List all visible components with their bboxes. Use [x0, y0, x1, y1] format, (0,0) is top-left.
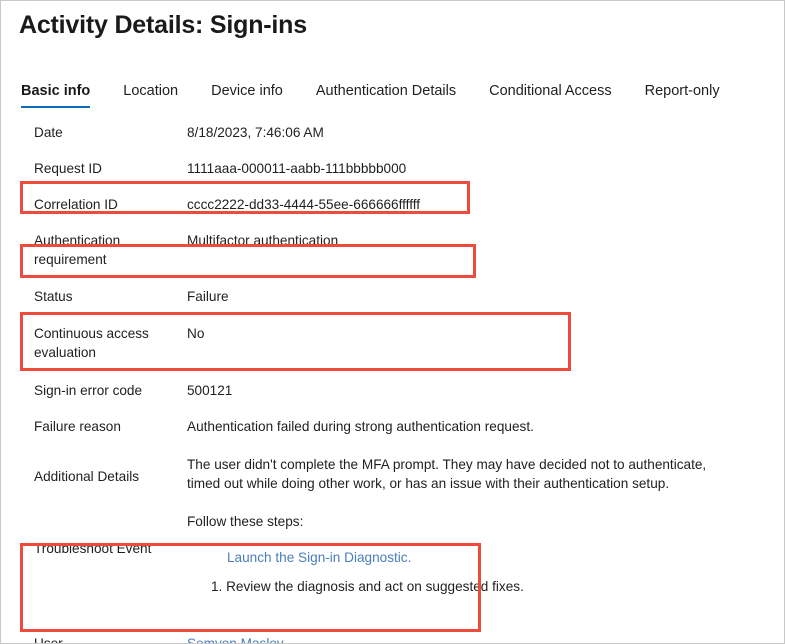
- row-label-correlation-id: Correlation ID: [34, 197, 118, 212]
- launch-signin-diagnostic-link[interactable]: Launch the Sign-in Diagnostic.: [227, 548, 774, 567]
- activity-details-panel: Activity Details: Sign-ins Basic info Lo…: [0, 0, 785, 644]
- table-row: Troubleshoot Event Follow these steps: L…: [1, 512, 784, 596]
- row-value-troubleshoot-event: Follow these steps: Launch the Sign-in D…: [187, 512, 784, 596]
- row-value-signin-error-code: 500121: [187, 383, 233, 398]
- row-label-signin-error-code: Sign-in error code: [34, 383, 143, 398]
- details-list: Date 8/18/2023, 7:46:06 AM Request ID 11…: [1, 119, 784, 644]
- row-value-date: 8/18/2023, 7:46:06 AM: [187, 125, 324, 140]
- table-row: User Semyon Maslov: [1, 634, 784, 644]
- table-row: Additional Details The user didn't compl…: [1, 455, 784, 493]
- row-label-failure-reason: Failure reason: [34, 419, 121, 434]
- troubleshoot-step-1: 1. Review the diagnosis and act on sugge…: [211, 579, 524, 594]
- tab-basic-info[interactable]: Basic info: [21, 83, 91, 108]
- row-label-request-id: Request ID: [34, 161, 103, 176]
- row-label-user: User: [34, 636, 63, 644]
- status-badge: Failure: [187, 289, 229, 304]
- table-row: Status Failure: [1, 287, 784, 306]
- tab-label: Basic info: [21, 83, 91, 99]
- tab-bar: Basic info Location Device info Authenti…: [21, 83, 720, 108]
- table-row: Authentication requirement Multifactor a…: [1, 231, 784, 269]
- user-profile-link[interactable]: Semyon Maslov: [187, 634, 784, 643]
- tab-report-only[interactable]: Report-only: [645, 83, 720, 108]
- row-value-additional-details: The user didn't complete the MFA prompt.…: [187, 457, 707, 491]
- row-label-continuous-access-evaluation: Continuous access evaluation: [34, 326, 149, 360]
- row-label-date: Date: [34, 125, 63, 140]
- table-row: Failure reason Authentication failed dur…: [1, 417, 784, 436]
- tab-label: Conditional Access: [489, 83, 612, 99]
- table-row: Correlation ID cccc2222-dd33-4444-55ee-6…: [1, 195, 784, 214]
- tab-device-info[interactable]: Device info: [211, 83, 283, 108]
- row-value-continuous-access-evaluation: No: [187, 326, 205, 341]
- tab-location[interactable]: Location: [123, 83, 178, 108]
- tab-conditional-access[interactable]: Conditional Access: [489, 83, 612, 108]
- tab-label: Report-only: [644, 83, 720, 99]
- troubleshoot-lead: Follow these steps:: [187, 514, 304, 529]
- row-label-authentication-requirement: Authentication requirement: [34, 233, 121, 267]
- troubleshoot-block: Follow these steps: Launch the Sign-in D…: [187, 512, 774, 596]
- row-value-authentication-requirement: Multifactor authentication: [187, 233, 339, 248]
- row-value-request-id: 1111aaa-000011-aabb-111bbbbb000: [187, 161, 407, 176]
- row-value-correlation-id: cccc2222-dd33-4444-55ee-666666ffffff: [187, 197, 421, 212]
- row-label-status: Status: [34, 289, 73, 304]
- row-label-troubleshoot-event: Troubleshoot Event: [34, 541, 152, 556]
- tab-authentication-details[interactable]: Authentication Details: [316, 83, 456, 108]
- table-row: Continuous access evaluation No: [1, 324, 784, 362]
- table-row: Request ID 1111aaa-000011-aabb-111bbbbb0…: [1, 159, 784, 178]
- tab-label: Authentication Details: [315, 83, 457, 99]
- tab-label: Device info: [211, 83, 283, 99]
- tab-label: Location: [123, 83, 179, 99]
- row-value-failure-reason: Authentication failed during strong auth…: [187, 419, 534, 434]
- page-title: Activity Details: Sign-ins: [19, 11, 307, 39]
- row-label-additional-details: Additional Details: [34, 469, 140, 484]
- table-row: Sign-in error code 500121: [1, 381, 784, 400]
- table-row: Date 8/18/2023, 7:46:06 AM: [1, 123, 784, 142]
